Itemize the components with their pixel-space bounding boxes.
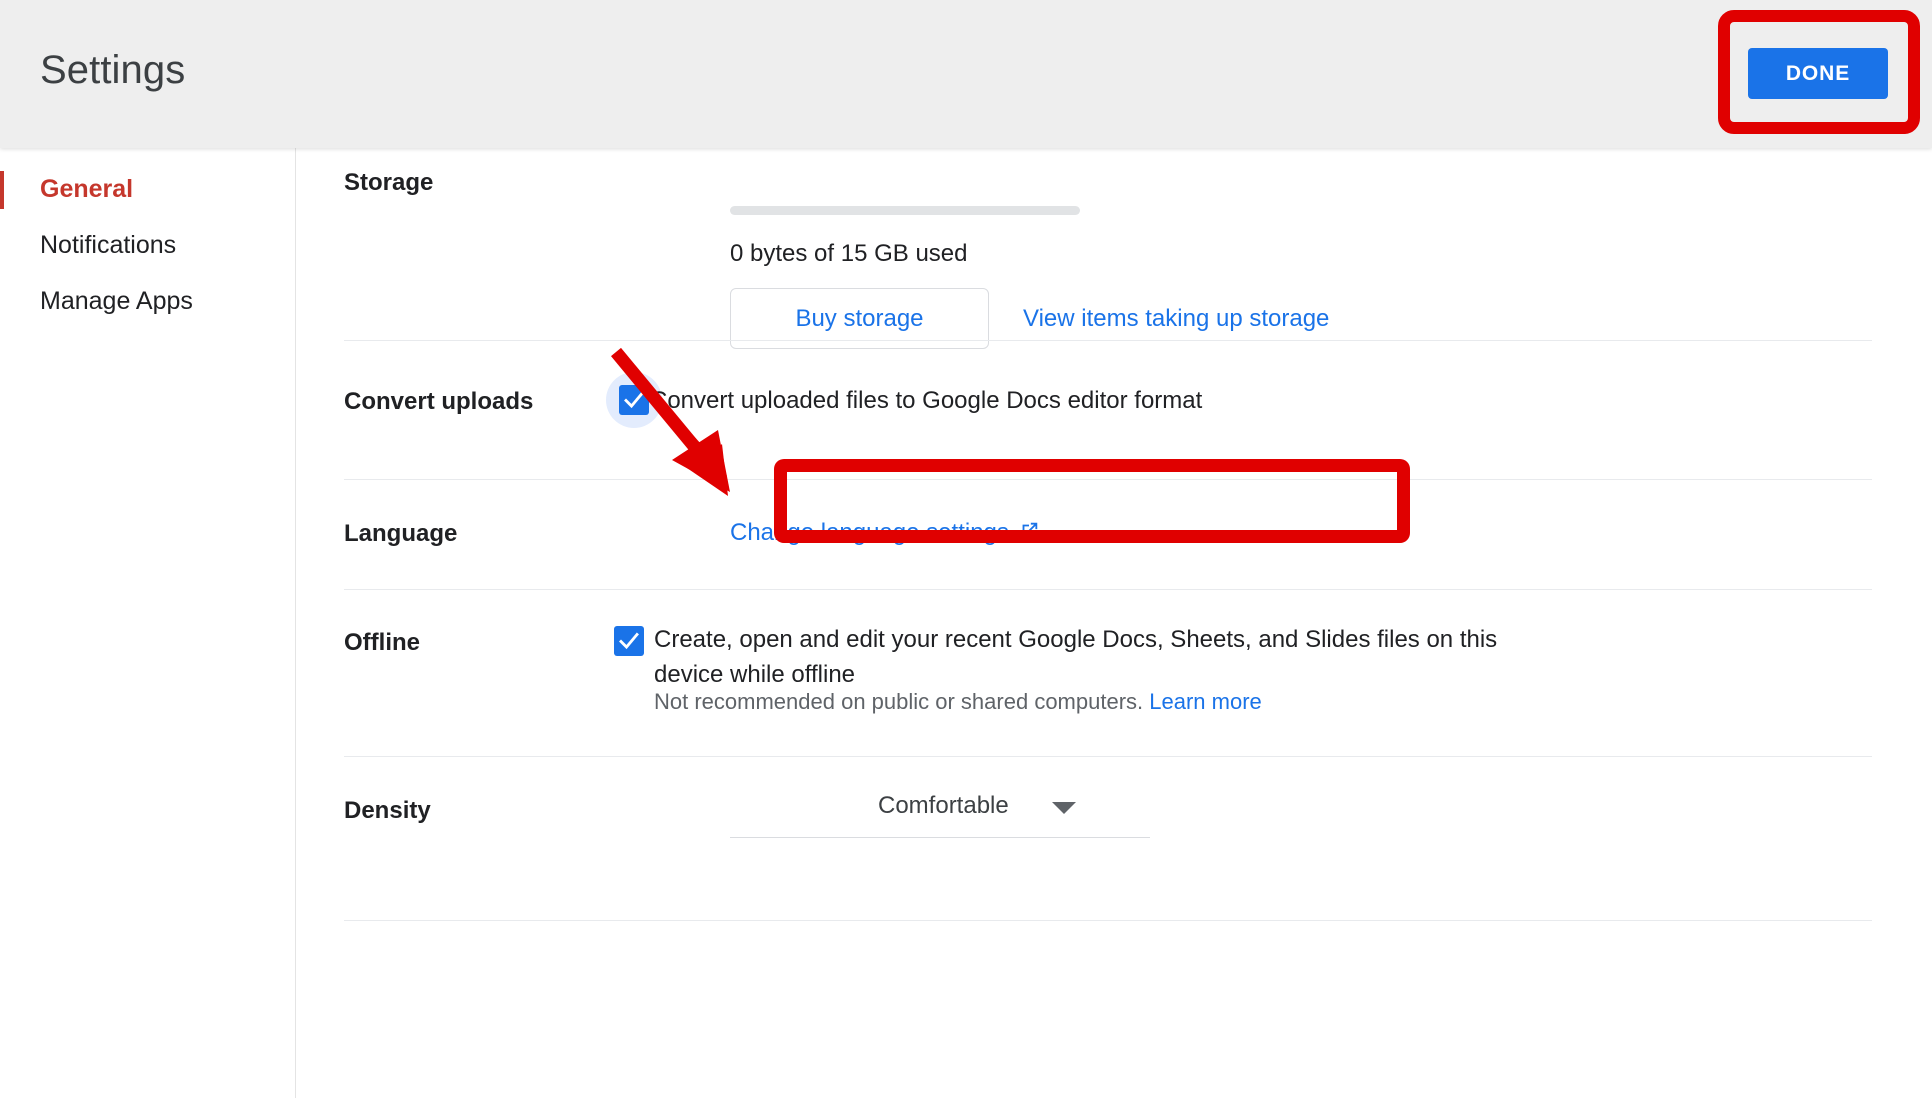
external-link-icon bbox=[1018, 519, 1040, 551]
settings-sidebar: General Notifications Manage Apps bbox=[0, 148, 296, 1098]
offline-checkbox-label[interactable]: Create, open and edit your recent Google… bbox=[654, 622, 1534, 692]
sidebar-item-general[interactable]: General bbox=[0, 166, 296, 212]
language-section-label: Language bbox=[344, 520, 458, 547]
change-language-settings-label: Change language settings bbox=[730, 519, 1009, 546]
checkmark-icon bbox=[619, 632, 639, 650]
sidebar-item-manage-apps[interactable]: Manage Apps bbox=[0, 278, 296, 324]
divider bbox=[344, 589, 1872, 590]
convert-uploads-section-label: Convert uploads bbox=[344, 388, 534, 415]
done-button[interactable]: DONE bbox=[1748, 48, 1888, 99]
offline-checkbox[interactable] bbox=[614, 626, 644, 656]
chevron-down-icon bbox=[1052, 802, 1076, 814]
learn-more-link[interactable]: Learn more bbox=[1149, 689, 1262, 714]
divider bbox=[344, 756, 1872, 757]
settings-page: Settings DONE General Notifications Mana… bbox=[0, 0, 1932, 1098]
view-items-storage-link[interactable]: View items taking up storage bbox=[1023, 303, 1329, 335]
convert-uploads-checkbox-label[interactable]: Convert uploaded files to Google Docs ed… bbox=[650, 383, 1290, 418]
divider bbox=[344, 340, 1872, 341]
divider bbox=[344, 920, 1872, 921]
page-title: Settings bbox=[40, 48, 186, 92]
offline-note-text: Not recommended on public or shared comp… bbox=[654, 689, 1144, 714]
offline-note: Not recommended on public or shared comp… bbox=[654, 687, 1554, 717]
density-select[interactable]: Comfortable bbox=[730, 786, 1150, 838]
change-language-settings-link[interactable]: Change language settings bbox=[730, 517, 1040, 551]
sidebar-item-label: Notifications bbox=[40, 231, 177, 259]
checkmark-icon bbox=[624, 391, 644, 409]
divider bbox=[344, 479, 1872, 480]
storage-usage-text: 0 bytes of 15 GB used bbox=[730, 240, 968, 267]
settings-header: Settings DONE bbox=[0, 0, 1932, 148]
sidebar-item-label: General bbox=[40, 175, 134, 203]
convert-uploads-checkbox[interactable] bbox=[619, 385, 649, 415]
density-section-label: Density bbox=[344, 797, 431, 824]
offline-section-label: Offline bbox=[344, 629, 420, 656]
sidebar-item-label: Manage Apps bbox=[40, 287, 193, 315]
density-selected-value: Comfortable bbox=[878, 792, 1009, 819]
storage-section-label: Storage bbox=[344, 169, 434, 196]
sidebar-item-notifications[interactable]: Notifications bbox=[0, 222, 296, 268]
settings-content: Storage 0 bytes of 15 GB used Buy storag… bbox=[296, 148, 1932, 1098]
storage-usage-bar bbox=[730, 206, 1080, 215]
